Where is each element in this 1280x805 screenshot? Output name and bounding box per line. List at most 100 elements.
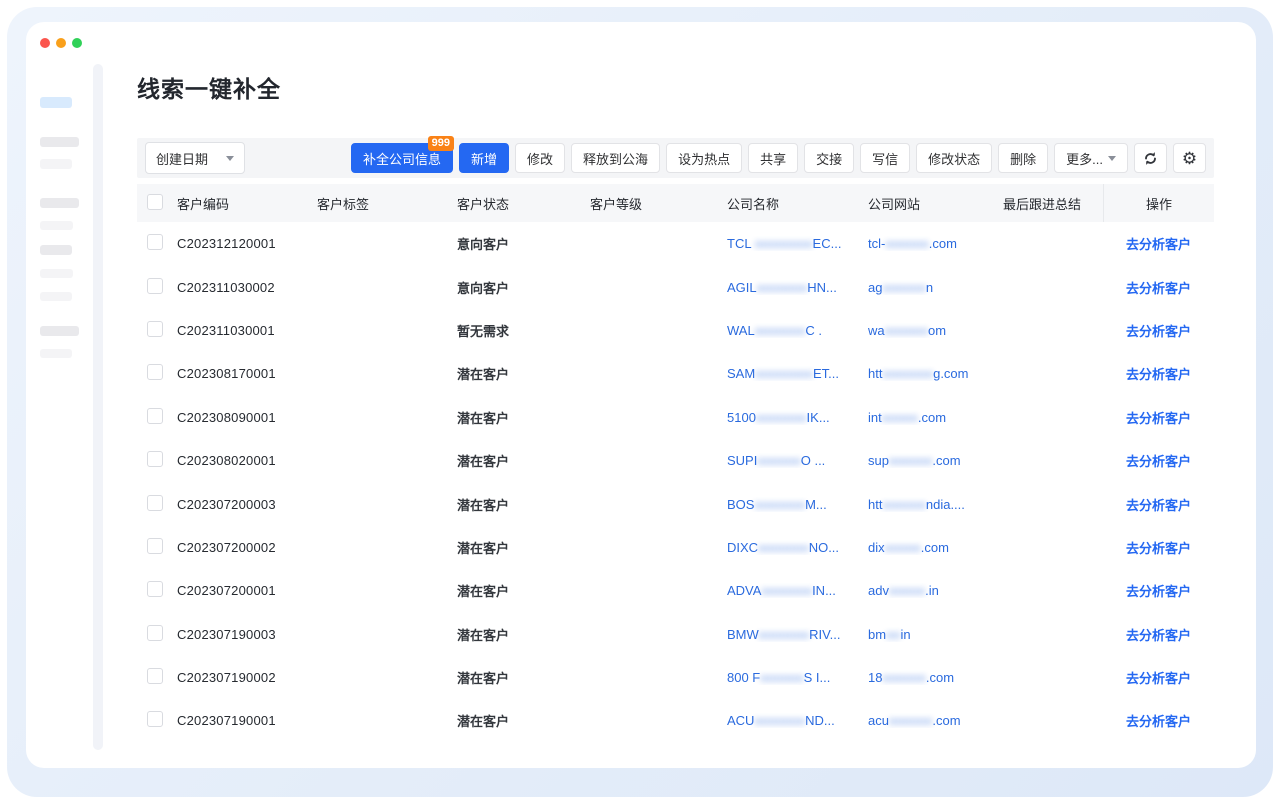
company-name-link[interactable]: 5100oooooooIK... <box>727 410 868 425</box>
toolbar-button[interactable]: 写信 <box>860 143 910 173</box>
company-name-link[interactable]: BOSoooooooM... <box>727 497 868 512</box>
company-name-link[interactable]: ADVAoooooooIN... <box>727 583 868 598</box>
row-checkbox[interactable] <box>147 581 163 597</box>
redacted-text: oooooo <box>882 497 925 512</box>
website-visible: .com <box>921 540 949 555</box>
analyze-customer-link[interactable]: 去分析客户 <box>1126 498 1191 513</box>
toolbar-button[interactable]: 设为热点 <box>666 143 742 173</box>
company-website-link[interactable]: acuoooooo.com <box>868 713 1003 728</box>
toolbar-button[interactable]: 交接 <box>804 143 854 173</box>
analyze-customer-link[interactable]: 去分析客户 <box>1126 281 1191 296</box>
row-checkbox[interactable] <box>147 321 163 337</box>
analyze-customer-link[interactable]: 去分析客户 <box>1126 671 1191 686</box>
chevron-down-icon <box>226 156 234 161</box>
company-name-link[interactable]: DIXCoooooooNO... <box>727 540 868 555</box>
website-visible: int <box>868 410 882 425</box>
row-checkbox[interactable] <box>147 711 163 727</box>
website-visible: .com <box>932 713 960 728</box>
column-header-customer-tag: 客户标签 <box>317 194 457 213</box>
table-row: C202307200001 潜在客户 ADVAoooooooIN... advo… <box>137 569 1214 612</box>
company-website-link[interactable]: tcl-oooooo.com <box>868 236 1003 251</box>
company-name-link[interactable]: AGILoooooooHN... <box>727 280 868 295</box>
sidebar-skeleton-item <box>40 137 79 147</box>
toolbar-button[interactable]: 修改 <box>515 143 565 173</box>
company-website-link[interactable]: waooooooom <box>868 323 1003 338</box>
row-checkbox[interactable] <box>147 364 163 380</box>
column-header-last-followup: 最后跟进总结 <box>1003 194 1103 213</box>
company-name-link[interactable]: WALoooooooC . <box>727 323 868 338</box>
refresh-button[interactable] <box>1134 143 1167 173</box>
row-checkbox[interactable] <box>147 234 163 250</box>
row-checkbox[interactable] <box>147 625 163 641</box>
toolbar-button-label: 交接 <box>816 149 842 168</box>
zoom-window-icon[interactable] <box>72 38 82 48</box>
toolbar-button[interactable]: 更多... <box>1054 143 1128 173</box>
toolbar-button[interactable]: 共享 <box>748 143 798 173</box>
company-name-visible: ADVA <box>727 583 761 598</box>
company-website-link[interactable]: advooooo.in <box>868 583 1003 598</box>
redacted-text: oo <box>886 627 900 642</box>
company-name-visible: EC... <box>813 236 842 251</box>
company-name-visible: BOS <box>727 497 754 512</box>
sidebar-skeleton-item <box>40 292 72 301</box>
minimize-window-icon[interactable] <box>56 38 66 48</box>
redacted-text: oooooo <box>882 280 925 295</box>
company-name-link[interactable]: BMWoooooooRIV... <box>727 627 868 642</box>
company-website-link[interactable]: intooooo.com <box>868 410 1003 425</box>
redacted-text: oooooo <box>889 713 932 728</box>
company-website-link[interactable]: httooooooog.com <box>868 366 1003 381</box>
company-website-link[interactable]: supoooooo.com <box>868 453 1003 468</box>
company-website-link[interactable]: bmooin <box>868 627 1003 642</box>
company-website-link[interactable]: httoooooondia.... <box>868 497 1003 512</box>
analyze-customer-link[interactable]: 去分析客户 <box>1126 541 1191 556</box>
company-name-link[interactable]: 800 FooooooS I... <box>727 670 868 685</box>
company-name-link[interactable]: SAMooooooooET... <box>727 366 868 381</box>
sidebar-skeleton-item <box>40 198 79 208</box>
analyze-customer-link[interactable]: 去分析客户 <box>1126 411 1191 426</box>
company-website-link[interactable]: dixooooo.com <box>868 540 1003 555</box>
count-badge: 999 <box>428 136 454 151</box>
analyze-customer-link[interactable]: 去分析客户 <box>1126 367 1191 382</box>
toolbar-button-label: 写信 <box>872 149 898 168</box>
analyze-customer-link[interactable]: 去分析客户 <box>1126 628 1191 643</box>
company-name-link[interactable]: TCL ooooooooEC... <box>727 236 868 251</box>
analyze-customer-link[interactable]: 去分析客户 <box>1126 237 1191 252</box>
toolbar-button[interactable]: 新增 <box>459 143 509 173</box>
website-visible: in <box>901 627 911 642</box>
customer-code: C202307190002 <box>177 670 317 685</box>
toolbar-button[interactable]: 删除 <box>998 143 1048 173</box>
customer-status: 潜在客户 <box>457 581 590 600</box>
website-visible: g.com <box>933 366 968 381</box>
website-visible: .com <box>926 670 954 685</box>
row-checkbox[interactable] <box>147 538 163 554</box>
analyze-customer-link[interactable]: 去分析客户 <box>1126 454 1191 469</box>
website-visible: .in <box>925 583 939 598</box>
analyze-customer-link[interactable]: 去分析客户 <box>1126 324 1191 339</box>
select-all-checkbox[interactable] <box>147 194 163 210</box>
sidebar-item-active[interactable] <box>40 97 72 108</box>
company-name-visible: AGIL <box>727 280 757 295</box>
row-checkbox[interactable] <box>147 495 163 511</box>
toolbar-button[interactable]: 补全公司信息 999 <box>351 143 453 173</box>
analyze-customer-link[interactable]: 去分析客户 <box>1126 584 1191 599</box>
settings-button[interactable]: ⚙ <box>1173 143 1206 173</box>
company-name-link[interactable]: SUPIooooooO ... <box>727 453 868 468</box>
toolbar: 创建日期 补全公司信息 999 新增 <box>137 138 1214 178</box>
toolbar-button[interactable]: 修改状态 <box>916 143 992 173</box>
row-checkbox[interactable] <box>147 408 163 424</box>
toolbar-button[interactable]: 释放到公海 <box>571 143 660 173</box>
company-website-link[interactable]: agoooooon <box>868 280 1003 295</box>
customer-code: C202307200001 <box>177 583 317 598</box>
redacted-text: oooooo <box>885 236 928 251</box>
company-website-link[interactable]: 18oooooo.com <box>868 670 1003 685</box>
row-checkbox[interactable] <box>147 668 163 684</box>
table-row: C202307190002 潜在客户 800 FooooooS I... 18o… <box>137 656 1214 699</box>
company-name-link[interactable]: ACUoooooooND... <box>727 713 868 728</box>
window-controls <box>40 38 82 48</box>
date-filter-select[interactable]: 创建日期 <box>145 142 245 174</box>
analyze-customer-link[interactable]: 去分析客户 <box>1126 714 1191 729</box>
row-checkbox[interactable] <box>147 451 163 467</box>
table-row: C202308090001 潜在客户 5100oooooooIK... into… <box>137 396 1214 439</box>
row-checkbox[interactable] <box>147 278 163 294</box>
close-window-icon[interactable] <box>40 38 50 48</box>
